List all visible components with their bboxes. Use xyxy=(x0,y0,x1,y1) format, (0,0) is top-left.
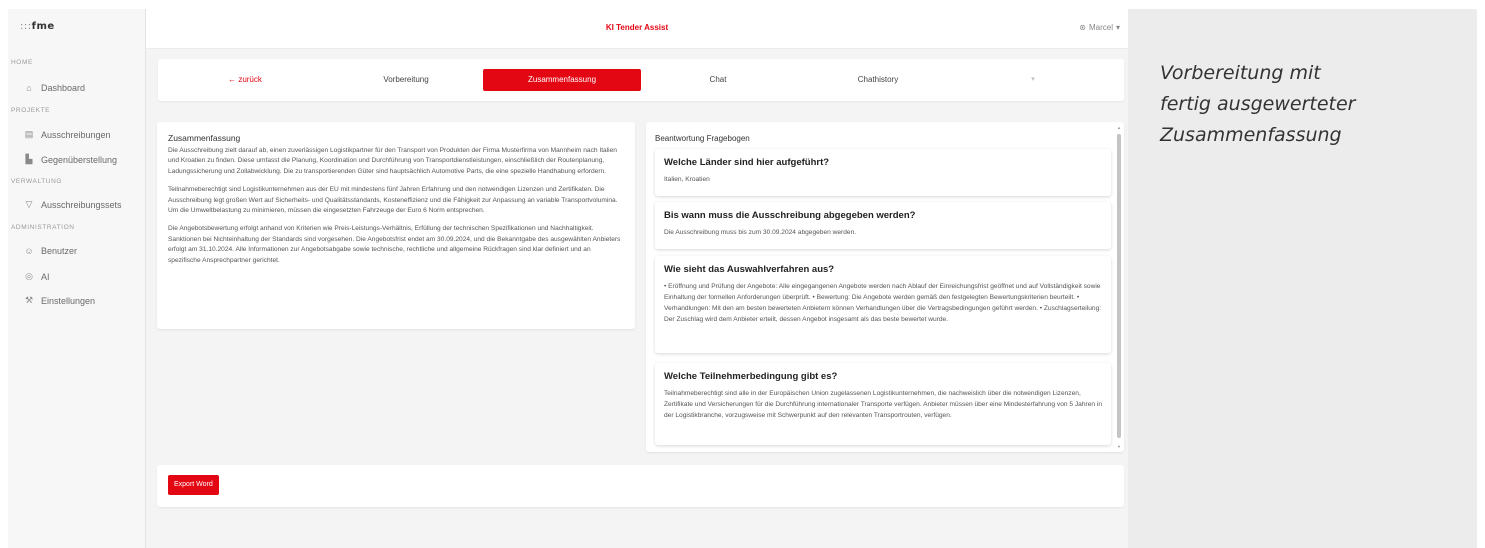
sidebar-item-label: Ausschreibungssets xyxy=(41,199,122,210)
ai-icon: ◎ xyxy=(25,271,33,281)
tab-chathistory[interactable]: Chathistory xyxy=(818,69,938,91)
tab-bar: ← zurück Vorbereitung Zusammenfassung Ch… xyxy=(158,59,1124,101)
section-verwaltung: VERWALTUNG xyxy=(11,178,63,185)
back-link[interactable]: ← zurück xyxy=(200,69,290,91)
sidebar: :::fme HOME ⌂ Dashboard PROJEKTE ▤ Ausschr… xyxy=(8,9,146,548)
document-icon: ▤ xyxy=(24,129,34,139)
user-icon: ☺ xyxy=(24,246,34,256)
caption-line: Zusammenfassung xyxy=(1160,124,1342,146)
scroll-down-arrow-icon[interactable]: ▼ xyxy=(1117,444,1121,449)
question-card: Welche Länder sind hier aufgeführt? Ital… xyxy=(655,149,1111,196)
sidebar-item-label: Ausschreibungen xyxy=(41,129,111,140)
sidebar-item-ausschreibungen[interactable]: ▤ Ausschreibungen xyxy=(23,129,111,140)
sidebar-item-ai[interactable]: ◎ AI xyxy=(23,271,50,282)
tab-vorbereitung[interactable]: Vorbereitung xyxy=(336,69,476,91)
home-icon: ⌂ xyxy=(26,83,32,93)
user-circle-icon: ⊛ xyxy=(1079,23,1086,32)
section-administration: ADMINISTRATION xyxy=(11,224,75,231)
questionnaire-title: Beantwortung Fragebogen xyxy=(655,134,750,143)
top-bar: KI Tender Assist ⊛ Marcel ▾ xyxy=(146,9,1128,49)
sidebar-item-label: Dashboard xyxy=(41,83,86,93)
question-card: Bis wann muss die Ausschreibung abgegebe… xyxy=(655,202,1111,249)
sidebar-item-label: Gegenüberstellung xyxy=(41,154,118,165)
logo-text: fme xyxy=(31,21,55,32)
sidebar-item-label: Einstellungen xyxy=(41,295,96,306)
questionnaire-panel: Beantwortung Fragebogen Welche Länder si… xyxy=(646,122,1124,452)
filter-icon: ▽ xyxy=(25,199,33,209)
export-word-button[interactable]: Export Word xyxy=(168,475,219,495)
sidebar-item-benutzer[interactable]: ☺ Benutzer xyxy=(23,246,77,256)
app-window: :::fme HOME ⌂ Dashboard PROJEKTE ▤ Ausschr… xyxy=(8,9,1128,548)
caption-line: fertig ausgewerteter xyxy=(1160,93,1356,115)
logo-dots: ::: xyxy=(20,21,32,32)
sidebar-item-einstellungen[interactable]: ⚒ Einstellungen xyxy=(23,295,95,306)
answer-text: Italien, Kroatien xyxy=(664,176,710,183)
main-content: ← zurück Vorbereitung Zusammenfassung Ch… xyxy=(146,49,1128,548)
app-title: KI Tender Assist xyxy=(605,23,669,32)
summary-paragraph: Die Angebotsbewertung erfolgt anhand von… xyxy=(168,225,621,264)
chevron-down-icon[interactable]: ▾ xyxy=(1018,69,1048,91)
slide-caption: Vorbereitung mit fertig ausgewerteter Zu… xyxy=(1160,58,1460,151)
sidebar-item-dashboard[interactable]: ⌂ Dashboard xyxy=(23,83,85,93)
chevron-down-icon: ▾ xyxy=(1115,23,1120,32)
question-text: Welche Länder sind hier aufgeführt? xyxy=(664,157,830,168)
question-card: Welche Teilnehmerbedingung gibt es? Teil… xyxy=(655,363,1111,445)
summary-paragraph: Teilnahmeberechtigt sind Logistikunterne… xyxy=(168,186,618,215)
section-home: HOME xyxy=(11,59,33,66)
logo: :::fme xyxy=(20,21,55,32)
question-text: Wie sieht das Auswahlverfahren aus? xyxy=(664,264,835,275)
answer-text: • Eröffnung und Prüfung der Angebote: Al… xyxy=(664,283,1102,323)
summary-title: Zusammenfassung xyxy=(168,133,241,143)
bar-chart-icon: ▙ xyxy=(25,154,33,164)
export-panel: Export Word xyxy=(157,465,1124,507)
sidebar-item-gegenueberstellung[interactable]: ▙ Gegenüberstellung xyxy=(23,154,118,165)
question-text: Welche Teilnehmerbedingung gibt es? xyxy=(664,371,838,382)
summary-card: Zusammenfassung Die Ausschreibung zielt … xyxy=(157,122,635,329)
user-name: Marcel xyxy=(1088,23,1113,32)
question-text: Bis wann muss die Ausschreibung abgegebe… xyxy=(664,210,916,221)
section-projekte: PROJEKTE xyxy=(11,107,51,114)
question-card: Wie sieht das Auswahlverfahren aus? • Er… xyxy=(655,256,1111,353)
sidebar-item-label: Benutzer xyxy=(41,246,78,256)
answer-text: Teilnahmeberechtigt sind alle in der Eur… xyxy=(664,390,1103,419)
answer-text: Die Ausschreibung muss bis zum 30.09.202… xyxy=(664,229,857,236)
caption-line: Vorbereitung mit xyxy=(1160,62,1321,84)
tab-chat[interactable]: Chat xyxy=(668,69,768,91)
wrench-icon: ⚒ xyxy=(24,295,34,305)
summary-paragraph: Die Ausschreibung zielt darauf ab, einen… xyxy=(168,147,617,175)
tab-zusammenfassung[interactable]: Zusammenfassung xyxy=(483,69,641,91)
sidebar-item-ausschreibungssets[interactable]: ▽ Ausschreibungssets xyxy=(23,199,122,210)
scroll-up-arrow-icon[interactable]: ▲ xyxy=(1117,125,1121,130)
user-menu[interactable]: ⊛ Marcel ▾ xyxy=(1079,23,1120,32)
stage: :::fme HOME ⌂ Dashboard PROJEKTE ▤ Ausschr… xyxy=(0,0,1485,548)
sidebar-item-label: AI xyxy=(41,271,50,282)
scrollbar-thumb[interactable] xyxy=(1117,134,1121,438)
